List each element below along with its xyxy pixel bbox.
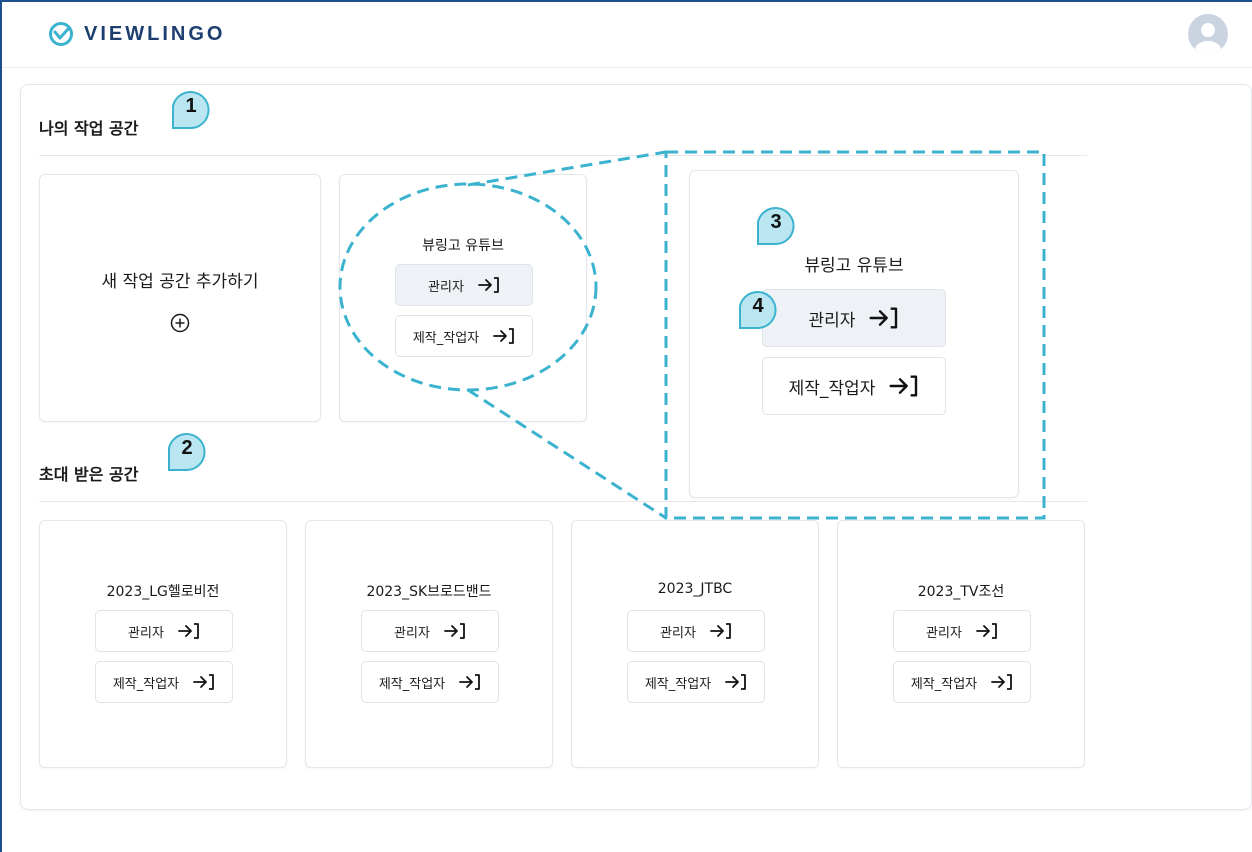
workspace-name: 뷰링고 유튜브 [422,238,504,254]
zoom-callout-card: 뷰링고 유튜브 관리자 제작_작업자 [689,170,1019,498]
enter-arrow-icon [889,375,918,397]
enter-arrow-icon [976,623,997,639]
invited-workspace-name: 2023_SK브로드밴드 [366,584,492,600]
section-divider [39,501,1087,502]
enter-arrow-icon [193,674,215,690]
user-avatar-icon[interactable] [1188,14,1228,54]
workspace-card: 뷰링고 유튜브 관리자 제작_작업자 [339,174,587,422]
callout-worker-button[interactable]: 제작_작업자 [762,357,946,415]
invited-workspace-card: 2023_SK브로드밴드 관리자 제작_작업자 [305,520,553,768]
enter-arrow-icon [493,328,515,344]
annotation-badge-3: 3 [754,202,798,246]
my-workspaces-title: 나의 작업 공간 [39,119,139,138]
worker-label: 제작_작업자 [412,330,480,346]
enter-arrow-icon [478,277,499,293]
admin-label: 관리자 [926,625,962,641]
annotation-badge-4: 4 [736,286,780,330]
worker-enter-button[interactable]: 제작_작업자 [627,661,765,703]
admin-label: 관리자 [428,279,464,295]
admin-enter-button[interactable]: 관리자 [627,610,765,652]
admin-label: 관리자 [660,625,696,641]
invited-workspaces-title: 초대 받은 공간 [39,465,139,484]
callout-admin-button[interactable]: 관리자 [762,289,946,347]
badge-number: 3 [770,210,782,233]
add-workspace-card[interactable]: 새 작업 공간 추가하기 [39,174,321,422]
top-bar: VIEWLINGO [0,0,1252,68]
invited-workspace-card: 2023_JTBC 관리자 제작_작업자 [571,520,819,768]
invited-workspace-name: 2023_TV조선 [917,584,1005,600]
logo-text: VIEWLINGO [84,22,226,45]
enter-arrow-icon [459,674,481,690]
annotation-badge-1: 1 [169,86,213,130]
worker-enter-button[interactable]: 제작_작업자 [361,661,499,703]
viewlingo-logo-icon [49,22,73,46]
admin-enter-button[interactable]: 관리자 [95,610,233,652]
worker-enter-button[interactable]: 제작_작업자 [893,661,1031,703]
worker-enter-button[interactable]: 제작_작업자 [395,315,533,357]
enter-arrow-icon [869,307,898,329]
admin-enter-button[interactable]: 관리자 [395,264,533,306]
enter-arrow-icon [710,623,731,639]
invited-workspace-name: 2023_LG헬로비전 [106,584,220,600]
worker-label: 제작_작업자 [112,676,180,692]
enter-arrow-icon [444,623,465,639]
worker-enter-button[interactable]: 제작_작업자 [95,661,233,703]
plus-circle-icon[interactable] [170,313,190,333]
worker-label: 제작_작업자 [378,676,446,692]
worker-label: 제작_작업자 [910,676,978,692]
app-logo[interactable]: VIEWLINGO [48,20,225,48]
admin-enter-button[interactable]: 관리자 [361,610,499,652]
admin-label: 관리자 [128,625,164,641]
add-workspace-label: 새 작업 공간 추가하기 [101,272,259,292]
enter-arrow-icon [991,674,1013,690]
admin-enter-button[interactable]: 관리자 [893,610,1031,652]
worker-label: 제작_작업자 [644,676,712,692]
invited-workspace-card: 2023_TV조선 관리자 제작_작업자 [837,520,1085,768]
badge-number: 2 [181,436,193,459]
annotation-badge-2: 2 [165,428,209,472]
invited-workspace-name: 2023_JTBC [657,581,733,597]
badge-number: 4 [752,294,764,317]
enter-arrow-icon [725,674,747,690]
section-divider [39,155,1087,156]
callout-workspace-name: 뷰링고 유튜브 [804,256,904,276]
enter-arrow-icon [178,623,199,639]
callout-admin-label: 관리자 [808,310,856,331]
invited-workspace-card: 2023_LG헬로비전 관리자 제작_작업자 [39,520,287,768]
callout-worker-label: 제작_작업자 [788,378,876,399]
avatar-graphic [1195,23,1221,54]
badge-number: 1 [185,94,197,117]
admin-label: 관리자 [394,625,430,641]
